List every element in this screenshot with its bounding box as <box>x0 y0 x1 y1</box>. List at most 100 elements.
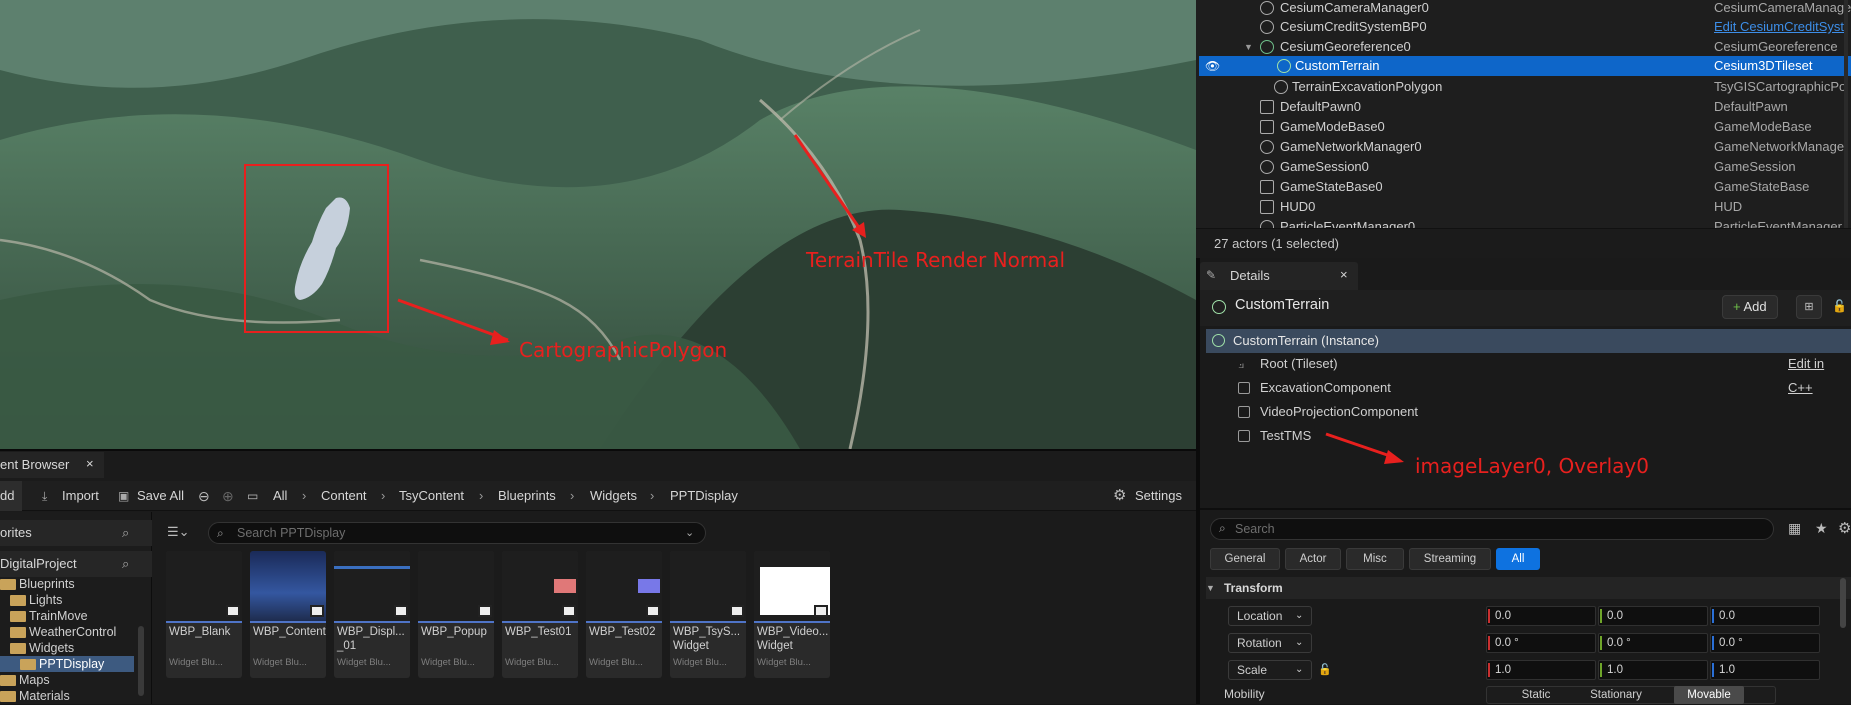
add-button[interactable]: dd <box>0 481 22 511</box>
scale-x-field[interactable]: 1.0 <box>1486 660 1596 680</box>
breadcrumb-pptdisplay[interactable]: PPTDisplay <box>670 481 738 511</box>
filter-general[interactable]: General <box>1210 548 1280 570</box>
location-y-field[interactable]: 0.0 <box>1598 606 1708 626</box>
rotation-y-field[interactable]: 0.0 ° <box>1598 633 1708 653</box>
actor-type: DefaultPawn <box>1714 99 1788 114</box>
component-row[interactable]: TestTMS <box>1206 424 1851 448</box>
favorites-header[interactable]: orites ⌕ <box>0 520 152 546</box>
outliner-row[interactable]: HUD0 HUD <box>1196 197 1851 217</box>
mobility-stationary[interactable]: Stationary <box>1576 685 1656 705</box>
asset-tile[interactable]: WBP_Content Widget Blu... <box>250 551 326 678</box>
instance-row[interactable]: CustomTerrain (Instance) <box>1206 329 1851 353</box>
panel-splitter[interactable] <box>1196 258 1200 704</box>
asset-name: WBP_Test01 <box>505 626 572 638</box>
project-header[interactable]: DigitalProject ⌕ <box>0 551 152 577</box>
filter-misc[interactable]: Misc <box>1346 548 1404 570</box>
outliner-row-selected[interactable]: 👁 CustomTerrain Cesium3DTileset <box>1199 56 1851 76</box>
filter-all[interactable]: All <box>1496 548 1540 570</box>
mobility-static[interactable]: Static <box>1506 685 1566 705</box>
breadcrumb-tsycontent[interactable]: TsyContent <box>399 481 464 511</box>
scale-z-field[interactable]: 1.0 <box>1710 660 1820 680</box>
asset-tile[interactable]: WBP_Popup Widget Blu... <box>418 551 494 678</box>
outliner-row[interactable]: DefaultPawn0 DefaultPawn <box>1196 97 1851 117</box>
filter-streaming[interactable]: Streaming <box>1409 548 1491 570</box>
asset-tile[interactable]: WBP_Test02 Widget Blu... <box>586 551 662 678</box>
chevron-down-icon[interactable]: ⌄ <box>685 523 694 543</box>
lock-icon[interactable]: 🔓 <box>1832 299 1847 313</box>
breadcrumb-content[interactable]: Content <box>321 481 367 511</box>
component-row[interactable]: VideoProjectionComponent <box>1206 400 1851 424</box>
content-browser-tab-label: ent Browser <box>0 457 70 472</box>
asset-tile[interactable]: WBP_Displ... _01 Widget Blu... <box>334 551 410 678</box>
star-icon[interactable]: ★ <box>1815 520 1828 537</box>
import-button[interactable]: Import <box>62 481 99 511</box>
outliner-row[interactable]: GameStateBase0 GameStateBase <box>1196 177 1851 197</box>
actor-type: CesiumGeoreference <box>1714 39 1838 54</box>
filter-actor[interactable]: Actor <box>1285 548 1341 570</box>
location-dropdown[interactable]: Location ⌄ <box>1228 606 1312 626</box>
location-x-field[interactable]: 0.0 <box>1486 606 1596 626</box>
settings-button[interactable]: Settings <box>1135 481 1182 511</box>
outliner-row[interactable]: GameModeBase0 GameModeBase <box>1196 117 1851 137</box>
asset-tile[interactable]: WBP_Video... Widget Widget Blu... <box>754 551 830 678</box>
asset-tile[interactable]: WBP_Test01 Widget Blu... <box>502 551 578 678</box>
outliner-row[interactable]: GameSession0 GameSession <box>1196 157 1851 177</box>
actor-name: GameNetworkManager0 <box>1280 139 1422 154</box>
location-z-field[interactable]: 0.0 <box>1710 606 1820 626</box>
component-row[interactable]: ⟓ Root (Tileset) Edit in C++ <box>1206 352 1851 395</box>
outliner-row[interactable]: CesiumCameraManager0 CesiumCameraManage <box>1196 0 1851 18</box>
breadcrumb-all[interactable]: All <box>273 481 287 511</box>
annotation-terrain-tile: TerrainTile Render Normal <box>806 248 1066 272</box>
outliner-scrollbar[interactable] <box>1844 0 1848 228</box>
rotation-x-field[interactable]: 0.0 ° <box>1486 633 1596 653</box>
rotation-dropdown[interactable]: Rotation ⌄ <box>1228 633 1312 653</box>
component-row[interactable]: ExcavationComponent <box>1206 376 1851 400</box>
actor-name: GameSession0 <box>1280 159 1369 174</box>
filter-icon[interactable]: ☰⌄ <box>167 524 190 540</box>
folder-icon <box>20 659 36 670</box>
mobility-movable[interactable]: Movable <box>1674 686 1744 704</box>
search-icon[interactable]: ⌕ <box>122 551 129 577</box>
scale-dropdown[interactable]: Scale ⌄ <box>1228 660 1312 680</box>
breadcrumb-blueprints[interactable]: Blueprints <box>498 481 556 511</box>
outliner-row[interactable]: CesiumCreditSystemBP0 Edit CesiumCreditS… <box>1196 17 1851 37</box>
save-all-button[interactable]: Save All <box>137 481 184 511</box>
table-view-icon[interactable]: ▦ <box>1788 520 1801 537</box>
content-browser-tab[interactable]: ent Browser × <box>0 452 104 478</box>
scale-y-field[interactable]: 1.0 <box>1598 660 1708 680</box>
rotation-z-field[interactable]: 0.0 ° <box>1710 633 1820 653</box>
actor-type: GameSession <box>1714 159 1796 174</box>
forward-arrow-icon[interactable]: ⊕ <box>222 481 234 511</box>
outliner-row[interactable]: GameNetworkManager0 GameNetworkManage <box>1196 137 1851 157</box>
folder-icon <box>0 675 16 686</box>
eye-icon[interactable]: 👁 <box>1205 56 1220 76</box>
close-content-browser-button[interactable]: × <box>86 451 94 477</box>
outliner-row[interactable]: TerrainExcavationPolygon TsyGISCartograp… <box>1196 77 1851 97</box>
search-icon[interactable]: ⌕ <box>122 520 129 546</box>
save-icon: ▣ <box>118 489 130 503</box>
level-viewport[interactable]: TerrainTile Render Normal CartographicPo… <box>0 0 1196 449</box>
divider <box>1196 508 1851 510</box>
breadcrumb-widgets[interactable]: Widgets <box>590 481 637 511</box>
details-search-input[interactable]: ⌕ Search <box>1210 518 1774 540</box>
collapse-arrow-icon[interactable]: ▼ <box>1244 37 1253 57</box>
add-component-button[interactable]: + Add <box>1722 295 1778 319</box>
outliner-row[interactable]: ParticleEventManager0 ParticleEventManag… <box>1196 217 1851 228</box>
back-arrow-icon[interactable]: ⊖ <box>198 481 210 511</box>
sidebar-scrollbar[interactable] <box>138 626 144 696</box>
blueprint-icon[interactable]: ⊞ <box>1796 295 1822 319</box>
outliner-row[interactable]: ▼ CesiumGeoreference0 CesiumGeoreference <box>1196 37 1851 57</box>
property-row-mobility: Mobility Static Stationary Movable <box>1206 684 1851 704</box>
transform-section-header[interactable]: ▼ Transform <box>1206 577 1851 599</box>
actor-icon <box>1260 20 1274 34</box>
asset-type: Widget Blu... <box>757 657 811 668</box>
asset-tile[interactable]: WBP_TsyS... Widget Widget Blu... <box>670 551 746 678</box>
edit-actor-link[interactable]: Edit CesiumCreditSyst <box>1714 17 1851 37</box>
close-details-button[interactable]: × <box>1340 260 1348 290</box>
asset-tile[interactable]: WBP_Blank Widget Blu... <box>166 551 242 678</box>
world-outliner[interactable]: CesiumCameraManager0 CesiumCameraManage … <box>1196 0 1851 228</box>
details-tab[interactable]: ✎ Details × <box>1200 262 1358 290</box>
gear-icon[interactable]: ⚙ <box>1838 519 1851 537</box>
asset-search-input[interactable]: ⌕ Search PPTDisplay ⌄ <box>208 522 706 544</box>
lock-icon[interactable]: 🔓 <box>1318 657 1332 683</box>
